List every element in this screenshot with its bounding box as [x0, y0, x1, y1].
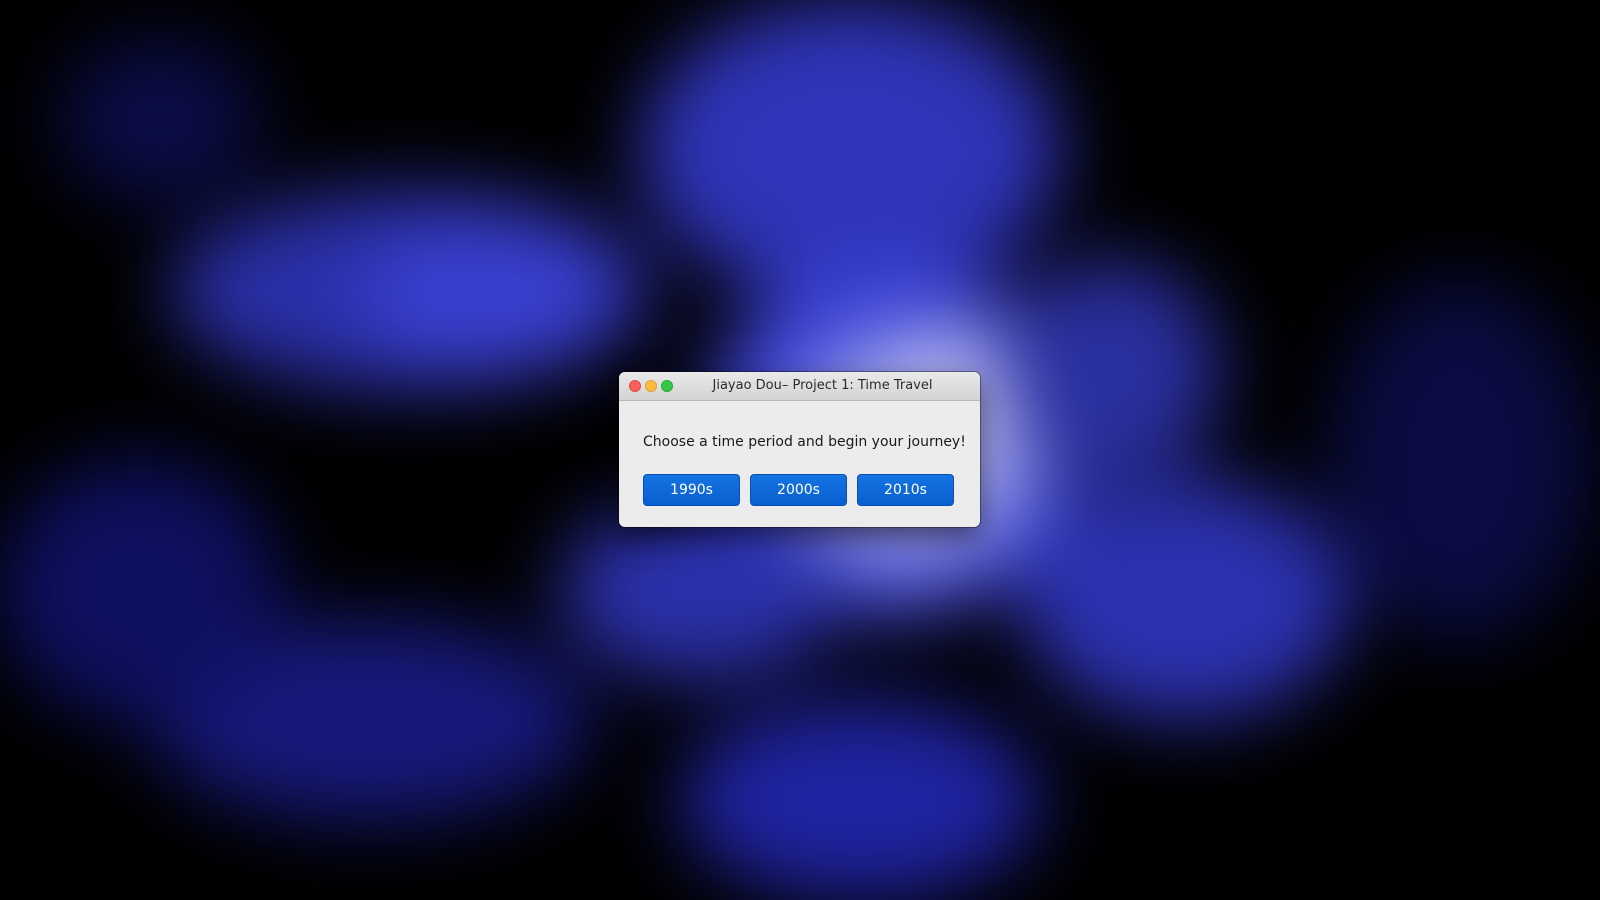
nebula-cloud [60, 40, 260, 200]
title-bar[interactable]: Jiayao Dou– Project 1: Time Travel [619, 372, 980, 401]
dialog-content: Choose a time period and begin your jour… [619, 401, 980, 527]
nebula-cloud [1020, 480, 1350, 720]
button-2010s[interactable]: 2010s [857, 474, 954, 506]
nebula-cloud [0, 460, 280, 720]
window-title: Jiayao Dou– Project 1: Time Travel [712, 378, 933, 393]
nebula-cloud [1000, 260, 1220, 480]
time-travel-dialog: Jiayao Dou– Project 1: Time Travel Choos… [619, 372, 980, 527]
desktop: Jiayao Dou– Project 1: Time Travel Choos… [0, 0, 1600, 900]
minimize-icon[interactable] [645, 380, 657, 392]
close-icon[interactable] [629, 380, 641, 392]
button-2000s[interactable]: 2000s [750, 474, 847, 506]
nebula-cloud [560, 500, 840, 680]
nebula-cloud [1330, 280, 1590, 640]
button-1990s[interactable]: 1990s [643, 474, 740, 506]
nebula-cloud [640, 0, 1060, 300]
prompt-text: Choose a time period and begin your jour… [643, 434, 966, 450]
nebula-cloud [680, 700, 1040, 900]
zoom-icon[interactable] [661, 380, 673, 392]
nebula-cloud [360, 220, 620, 370]
